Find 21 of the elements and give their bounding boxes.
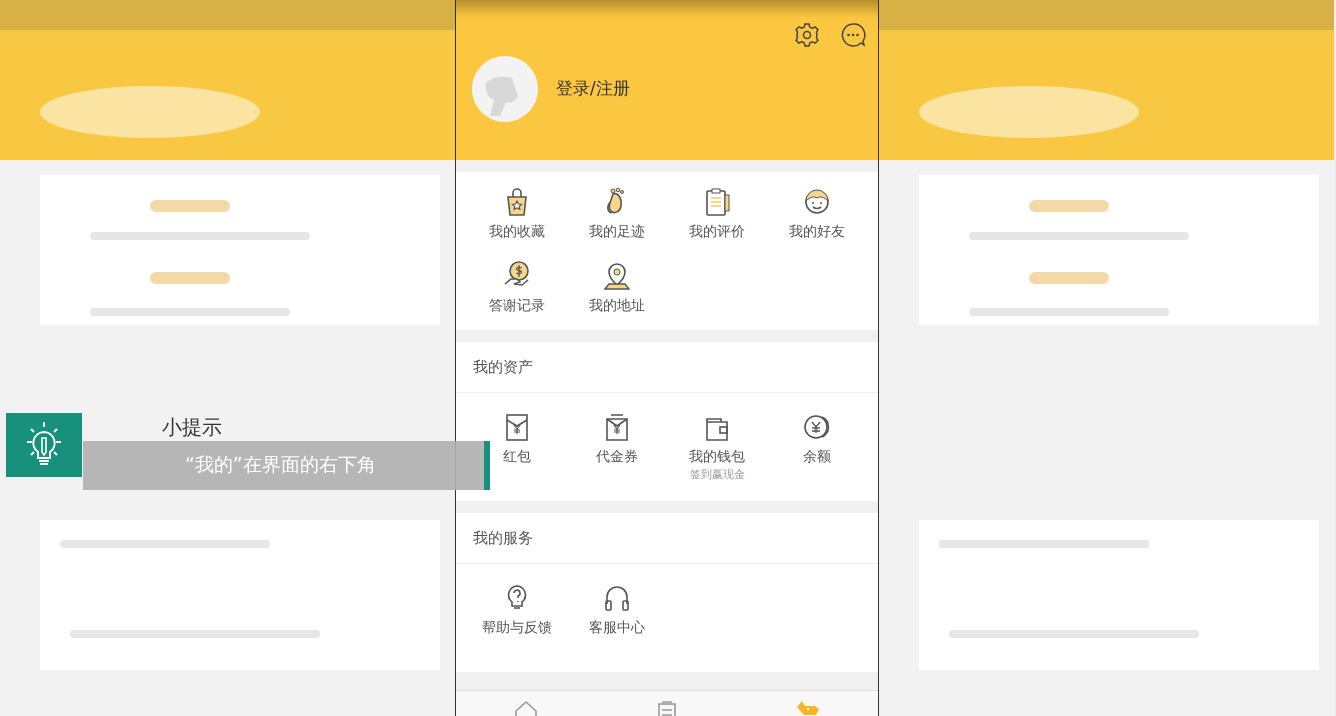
section-title: 我的服务 <box>456 513 878 564</box>
section-title: 我的资产 <box>456 342 878 393</box>
menu-item[interactable]: 帮助与反馈 <box>467 564 567 672</box>
menu-item[interactable]: 余额 <box>767 393 867 501</box>
menu-item[interactable]: 客服中心 <box>567 564 667 672</box>
tip-text: “我的”在界面的右下角 <box>83 441 490 490</box>
location-pin-icon <box>602 260 632 292</box>
dog-head-icon[interactable] <box>794 699 821 716</box>
shortcut-item[interactable]: 我的评价 <box>667 172 767 246</box>
shortcut-item[interactable]: 我的好友 <box>767 172 867 246</box>
menu-item[interactable]: 代金券 <box>567 393 667 501</box>
shortcut-item[interactable]: 我的地址 <box>567 246 667 320</box>
home-icon[interactable] <box>513 699 540 716</box>
message-icon[interactable] <box>840 22 866 48</box>
login-link[interactable]: 登录/注册 <box>556 76 630 102</box>
shortcut-item[interactable]: 我的收藏 <box>467 172 567 246</box>
shortcut-item[interactable]: 我的足迹 <box>567 172 667 246</box>
settings-icon[interactable] <box>794 22 820 48</box>
tip-title: 小提示 <box>162 414 222 441</box>
shortcut-item[interactable]: 答谢记录 <box>467 246 567 320</box>
menu-item[interactable]: 我的钱包 签到赢现金 <box>667 393 767 501</box>
